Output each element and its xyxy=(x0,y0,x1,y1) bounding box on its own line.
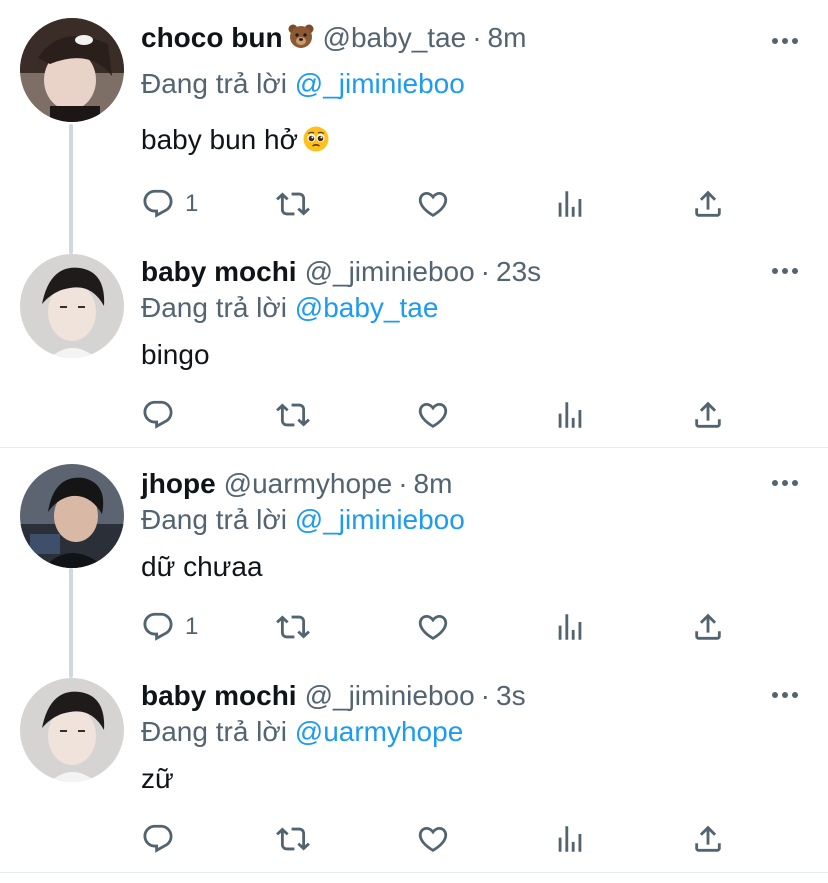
more-icon[interactable] xyxy=(772,38,798,46)
replying-to: Đang trả lời @baby_tae xyxy=(141,288,438,328)
tweet-text-content: baby bun hở xyxy=(141,124,298,155)
tweet-header: jhope @uarmyhope · 8m xyxy=(141,464,452,504)
separator-dot: · xyxy=(480,680,490,711)
timestamp[interactable]: 8m xyxy=(414,468,453,499)
replying-to: Đang trả lời @_jiminieboo xyxy=(141,500,465,540)
share-button[interactable] xyxy=(691,607,725,647)
replying-to-label: Đang trả lời xyxy=(141,292,287,323)
replying-to-mention[interactable]: @_jiminieboo xyxy=(295,68,465,99)
avatar[interactable] xyxy=(20,254,124,358)
thread-divider xyxy=(0,447,828,448)
more-icon[interactable] xyxy=(772,692,798,700)
avatar[interactable] xyxy=(20,678,124,782)
user-handle[interactable]: @baby_tae xyxy=(323,22,467,53)
user-handle[interactable]: @_jiminieboo xyxy=(305,680,475,711)
analytics-icon xyxy=(553,822,587,856)
tweet-actions: 1 xyxy=(141,184,741,224)
avatar[interactable] xyxy=(20,18,124,122)
like-button[interactable] xyxy=(416,607,450,647)
like-button[interactable] xyxy=(416,395,450,435)
analytics-icon xyxy=(553,610,587,644)
bear-emoji-icon xyxy=(287,21,315,61)
like-button[interactable] xyxy=(416,184,450,224)
tweet-text: baby bun hở xyxy=(141,120,330,164)
bottom-divider xyxy=(0,872,828,873)
timestamp[interactable]: 23s xyxy=(496,256,541,287)
like-icon xyxy=(416,187,450,221)
tweet[interactable]: baby mochi @_jiminieboo · 23s Đang trả lời … xyxy=(0,252,828,442)
display-name[interactable]: choco bun xyxy=(141,22,283,53)
replying-to: Đang trả lời @uarmyhope xyxy=(141,712,463,752)
share-button[interactable] xyxy=(691,395,725,435)
analytics-button[interactable] xyxy=(553,607,587,647)
separator-dot: · xyxy=(472,22,482,53)
reply-button[interactable]: 1 xyxy=(141,184,198,224)
analytics-button[interactable] xyxy=(553,184,587,224)
user-handle[interactable]: @_jiminieboo xyxy=(305,256,475,287)
share-icon xyxy=(691,398,725,432)
replying-to-label: Đang trả lời xyxy=(141,68,287,99)
avatar[interactable] xyxy=(20,464,124,568)
timestamp[interactable]: 8m xyxy=(488,22,527,53)
reply-icon xyxy=(141,610,175,644)
retweet-button[interactable] xyxy=(276,607,310,647)
tweet-header: baby mochi @_jiminieboo · 3s xyxy=(141,676,526,716)
retweet-icon xyxy=(276,398,310,432)
reply-icon xyxy=(141,187,175,221)
reply-icon xyxy=(141,822,175,856)
more-icon[interactable] xyxy=(772,268,798,276)
tweet-header: baby mochi @_jiminieboo · 23s xyxy=(141,252,541,292)
timestamp[interactable]: 3s xyxy=(496,680,526,711)
like-icon xyxy=(416,398,450,432)
tweet[interactable]: baby mochi @_jiminieboo · 3s Đang trả lời @… xyxy=(0,676,828,866)
reply-icon xyxy=(141,398,175,432)
share-button[interactable] xyxy=(691,819,725,859)
share-icon xyxy=(691,610,725,644)
retweet-button[interactable] xyxy=(276,184,310,224)
reply-button[interactable] xyxy=(141,819,185,859)
replying-to-mention[interactable]: @uarmyhope xyxy=(295,716,464,747)
tweet[interactable]: jhope @uarmyhope · 8m Đang trả lời @_jimini… xyxy=(0,464,828,664)
tweet-text: zữ xyxy=(141,763,174,794)
like-icon xyxy=(416,610,450,644)
tweet-actions xyxy=(141,819,741,859)
tweet-actions xyxy=(141,395,741,435)
share-icon xyxy=(691,187,725,221)
replying-to-mention[interactable]: @_jiminieboo xyxy=(295,504,465,535)
tweet-actions: 1 xyxy=(141,607,741,647)
display-name[interactable]: jhope xyxy=(141,468,216,499)
replying-to-label: Đang trả lời xyxy=(141,504,287,535)
tweet[interactable]: choco bun @baby_tae · 8m Đang trả lời @_jim… xyxy=(0,18,828,238)
analytics-button[interactable] xyxy=(553,819,587,859)
retweet-icon xyxy=(276,610,310,644)
share-icon xyxy=(691,822,725,856)
tweet-header: choco bun @baby_tae · 8m xyxy=(141,18,526,58)
analytics-button[interactable] xyxy=(553,395,587,435)
reply-count: 1 xyxy=(185,613,199,640)
tweet-text: dữ chưaa xyxy=(141,551,263,582)
like-icon xyxy=(416,822,450,856)
reply-button[interactable]: 1 xyxy=(141,607,198,647)
retweet-icon xyxy=(276,822,310,856)
retweet-button[interactable] xyxy=(276,395,310,435)
retweet-icon xyxy=(276,187,310,221)
tweet-text: bingo xyxy=(141,339,210,370)
retweet-button[interactable] xyxy=(276,819,310,859)
separator-dot: · xyxy=(480,256,490,287)
pleading-face-emoji-icon xyxy=(302,124,330,164)
more-icon[interactable] xyxy=(772,480,798,488)
replying-to-mention[interactable]: @baby_tae xyxy=(295,292,439,323)
separator-dot: · xyxy=(398,468,408,499)
like-button[interactable] xyxy=(416,819,450,859)
analytics-icon xyxy=(553,187,587,221)
share-button[interactable] xyxy=(691,184,725,224)
display-name[interactable]: baby mochi xyxy=(141,256,297,287)
user-handle[interactable]: @uarmyhope xyxy=(224,468,393,499)
replying-to: Đang trả lời @_jiminieboo xyxy=(141,64,465,104)
display-name[interactable]: baby mochi xyxy=(141,680,297,711)
replying-to-label: Đang trả lời xyxy=(141,716,287,747)
reply-count: 1 xyxy=(185,190,199,217)
reply-button[interactable] xyxy=(141,395,185,435)
analytics-icon xyxy=(553,398,587,432)
